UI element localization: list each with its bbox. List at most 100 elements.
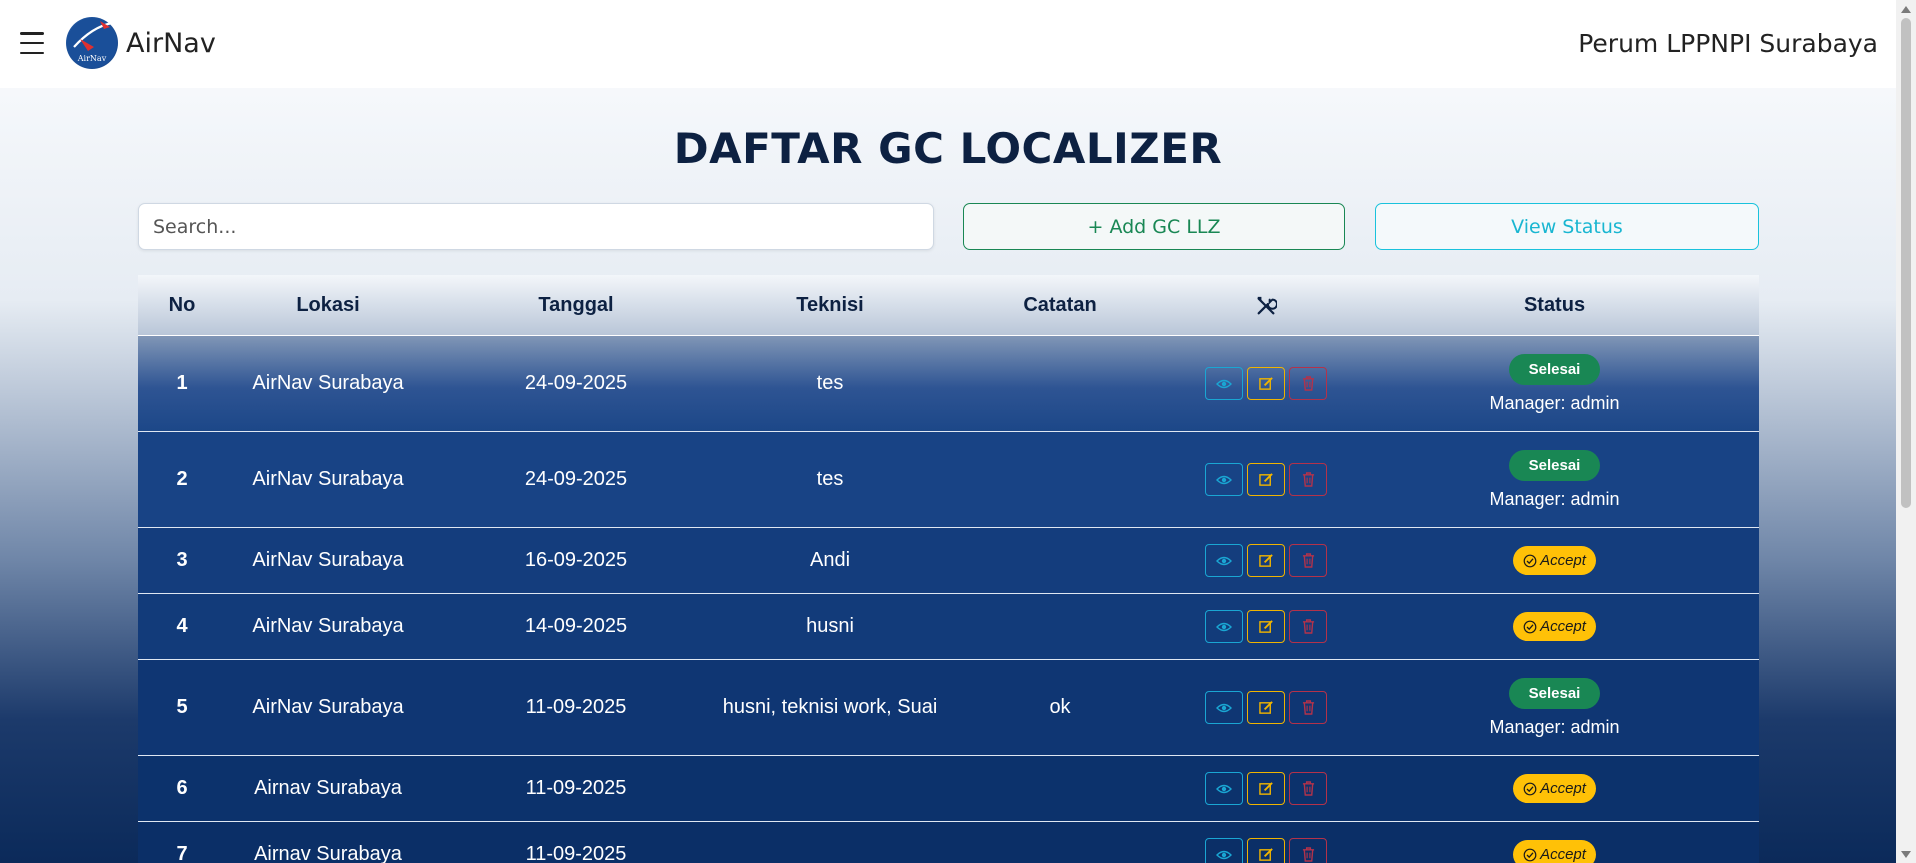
view-button[interactable] — [1205, 463, 1243, 496]
view-button[interactable] — [1205, 610, 1243, 643]
cell-catatan: ok — [1049, 696, 1071, 718]
trash-icon — [1302, 781, 1314, 796]
cell-tanggal: 24-09-2025 — [524, 372, 628, 394]
view-button[interactable] — [1205, 838, 1243, 863]
cell-lokasi: AirNav Surabaya — [252, 615, 404, 637]
delete-button[interactable] — [1289, 610, 1327, 643]
accept-button[interactable]: Accept — [1513, 612, 1596, 641]
view-button[interactable] — [1205, 772, 1243, 805]
eye-icon — [1216, 784, 1232, 793]
edit-icon — [1258, 848, 1273, 861]
view-button[interactable] — [1205, 544, 1243, 577]
eye-icon — [1216, 379, 1232, 388]
cell-catatan — [938, 594, 1182, 659]
cell-status: Accept — [1350, 528, 1759, 593]
cell-no: 3 — [176, 549, 188, 571]
cell-teknisi: husni, teknisi work, Suai — [722, 696, 938, 718]
header-no: No — [168, 294, 196, 316]
edit-button[interactable] — [1247, 367, 1285, 400]
add-gc-llz-button[interactable]: + Add GC LLZ — [963, 203, 1345, 250]
accept-button[interactable]: Accept — [1513, 774, 1596, 803]
cell-tanggal: 14-09-2025 — [524, 615, 628, 637]
manager-label: Manager: admin — [1489, 392, 1620, 413]
view-button[interactable] — [1205, 367, 1243, 400]
accept-button[interactable]: Accept — [1513, 546, 1596, 575]
cell-lokasi: AirNav Surabaya — [252, 696, 404, 718]
edit-button[interactable] — [1247, 610, 1285, 643]
status-badge-selesai: Selesai — [1508, 353, 1601, 385]
vertical-scrollbar[interactable] — [1896, 0, 1916, 863]
accept-button[interactable]: Accept — [1513, 840, 1596, 863]
delete-button[interactable] — [1289, 691, 1327, 724]
delete-button[interactable] — [1289, 544, 1327, 577]
header-catatan: Catatan — [1023, 294, 1097, 316]
organization-name: Perum LPPNPI Surabaya — [1578, 29, 1878, 58]
check-circle-icon — [1523, 620, 1537, 633]
table-row: 1 AirNav Surabaya 24-09-2025 tes Selesai Mana… — [138, 336, 1759, 432]
row-actions — [1182, 528, 1350, 593]
cell-status: Accept — [1350, 594, 1759, 659]
scroll-up-arrow-icon[interactable] — [1896, 0, 1916, 17]
cell-no: 6 — [176, 777, 188, 799]
cell-no: 5 — [176, 696, 188, 718]
brand-name[interactable]: AirNav — [126, 28, 216, 59]
header-status: Status — [1523, 294, 1586, 316]
delete-button[interactable] — [1289, 463, 1327, 496]
edit-button[interactable] — [1247, 463, 1285, 496]
edit-button[interactable] — [1247, 691, 1285, 724]
cell-teknisi: tes — [816, 468, 844, 490]
accept-label: Accept — [1540, 552, 1586, 569]
table-row: 7 Airnav Surabaya 11-09-2025 Accept — [138, 822, 1759, 863]
cell-status: Accept — [1350, 756, 1759, 821]
cell-teknisi — [722, 756, 938, 821]
delete-button[interactable] — [1289, 367, 1327, 400]
view-button[interactable] — [1205, 691, 1243, 724]
cell-catatan — [938, 528, 1182, 593]
edit-button[interactable] — [1247, 544, 1285, 577]
edit-icon — [1258, 473, 1273, 486]
eye-icon — [1216, 556, 1232, 565]
trash-icon — [1302, 619, 1314, 634]
delete-button[interactable] — [1289, 838, 1327, 863]
cell-tanggal: 16-09-2025 — [524, 549, 628, 571]
cell-teknisi — [722, 822, 938, 863]
edit-icon — [1258, 782, 1273, 795]
accept-label: Accept — [1540, 618, 1586, 635]
edit-button[interactable] — [1247, 838, 1285, 863]
scroll-down-arrow-icon[interactable] — [1896, 846, 1916, 863]
row-actions — [1182, 660, 1350, 755]
delete-button[interactable] — [1289, 772, 1327, 805]
table-row: 4 AirNav Surabaya 14-09-2025 husni Accept — [138, 594, 1759, 660]
eye-icon — [1216, 703, 1232, 712]
cell-status: Selesai Manager: admin — [1350, 660, 1759, 755]
cell-lokasi: Airnav Surabaya — [254, 777, 402, 799]
cell-lokasi: AirNav Surabaya — [252, 372, 404, 394]
header-teknisi: Teknisi — [796, 294, 864, 316]
scroll-thumb[interactable] — [1901, 18, 1911, 508]
row-actions — [1182, 336, 1350, 431]
gc-localizer-table: No Lokasi Tanggal Teknisi Catatan Status… — [138, 275, 1759, 863]
cell-lokasi: AirNav Surabaya — [252, 549, 404, 571]
navbar: AirNav AirNav Perum LPPNPI Surabaya — [0, 0, 1896, 88]
accept-label: Accept — [1540, 846, 1586, 863]
cell-no: 2 — [176, 468, 188, 490]
manager-label: Manager: admin — [1489, 716, 1620, 737]
table-row: 6 Airnav Surabaya 11-09-2025 Accept — [138, 756, 1759, 822]
accept-label: Accept — [1540, 780, 1586, 797]
search-input[interactable] — [138, 203, 934, 250]
airnav-logo[interactable]: AirNav — [66, 17, 118, 69]
cell-tanggal: 24-09-2025 — [524, 468, 628, 490]
menu-icon[interactable] — [20, 32, 44, 54]
cell-catatan — [938, 756, 1182, 821]
edit-icon — [1258, 554, 1273, 567]
eye-icon — [1216, 622, 1232, 631]
cell-catatan — [938, 336, 1182, 431]
cell-catatan — [938, 432, 1182, 527]
eye-icon — [1216, 475, 1232, 484]
edit-button[interactable] — [1247, 772, 1285, 805]
table-row: 2 AirNav Surabaya 24-09-2025 tes Selesai Mana… — [138, 432, 1759, 528]
cell-tanggal: 11-09-2025 — [525, 696, 627, 718]
view-status-button[interactable]: View Status — [1375, 203, 1759, 250]
tools-icon — [1182, 275, 1350, 336]
check-circle-icon — [1523, 848, 1537, 861]
